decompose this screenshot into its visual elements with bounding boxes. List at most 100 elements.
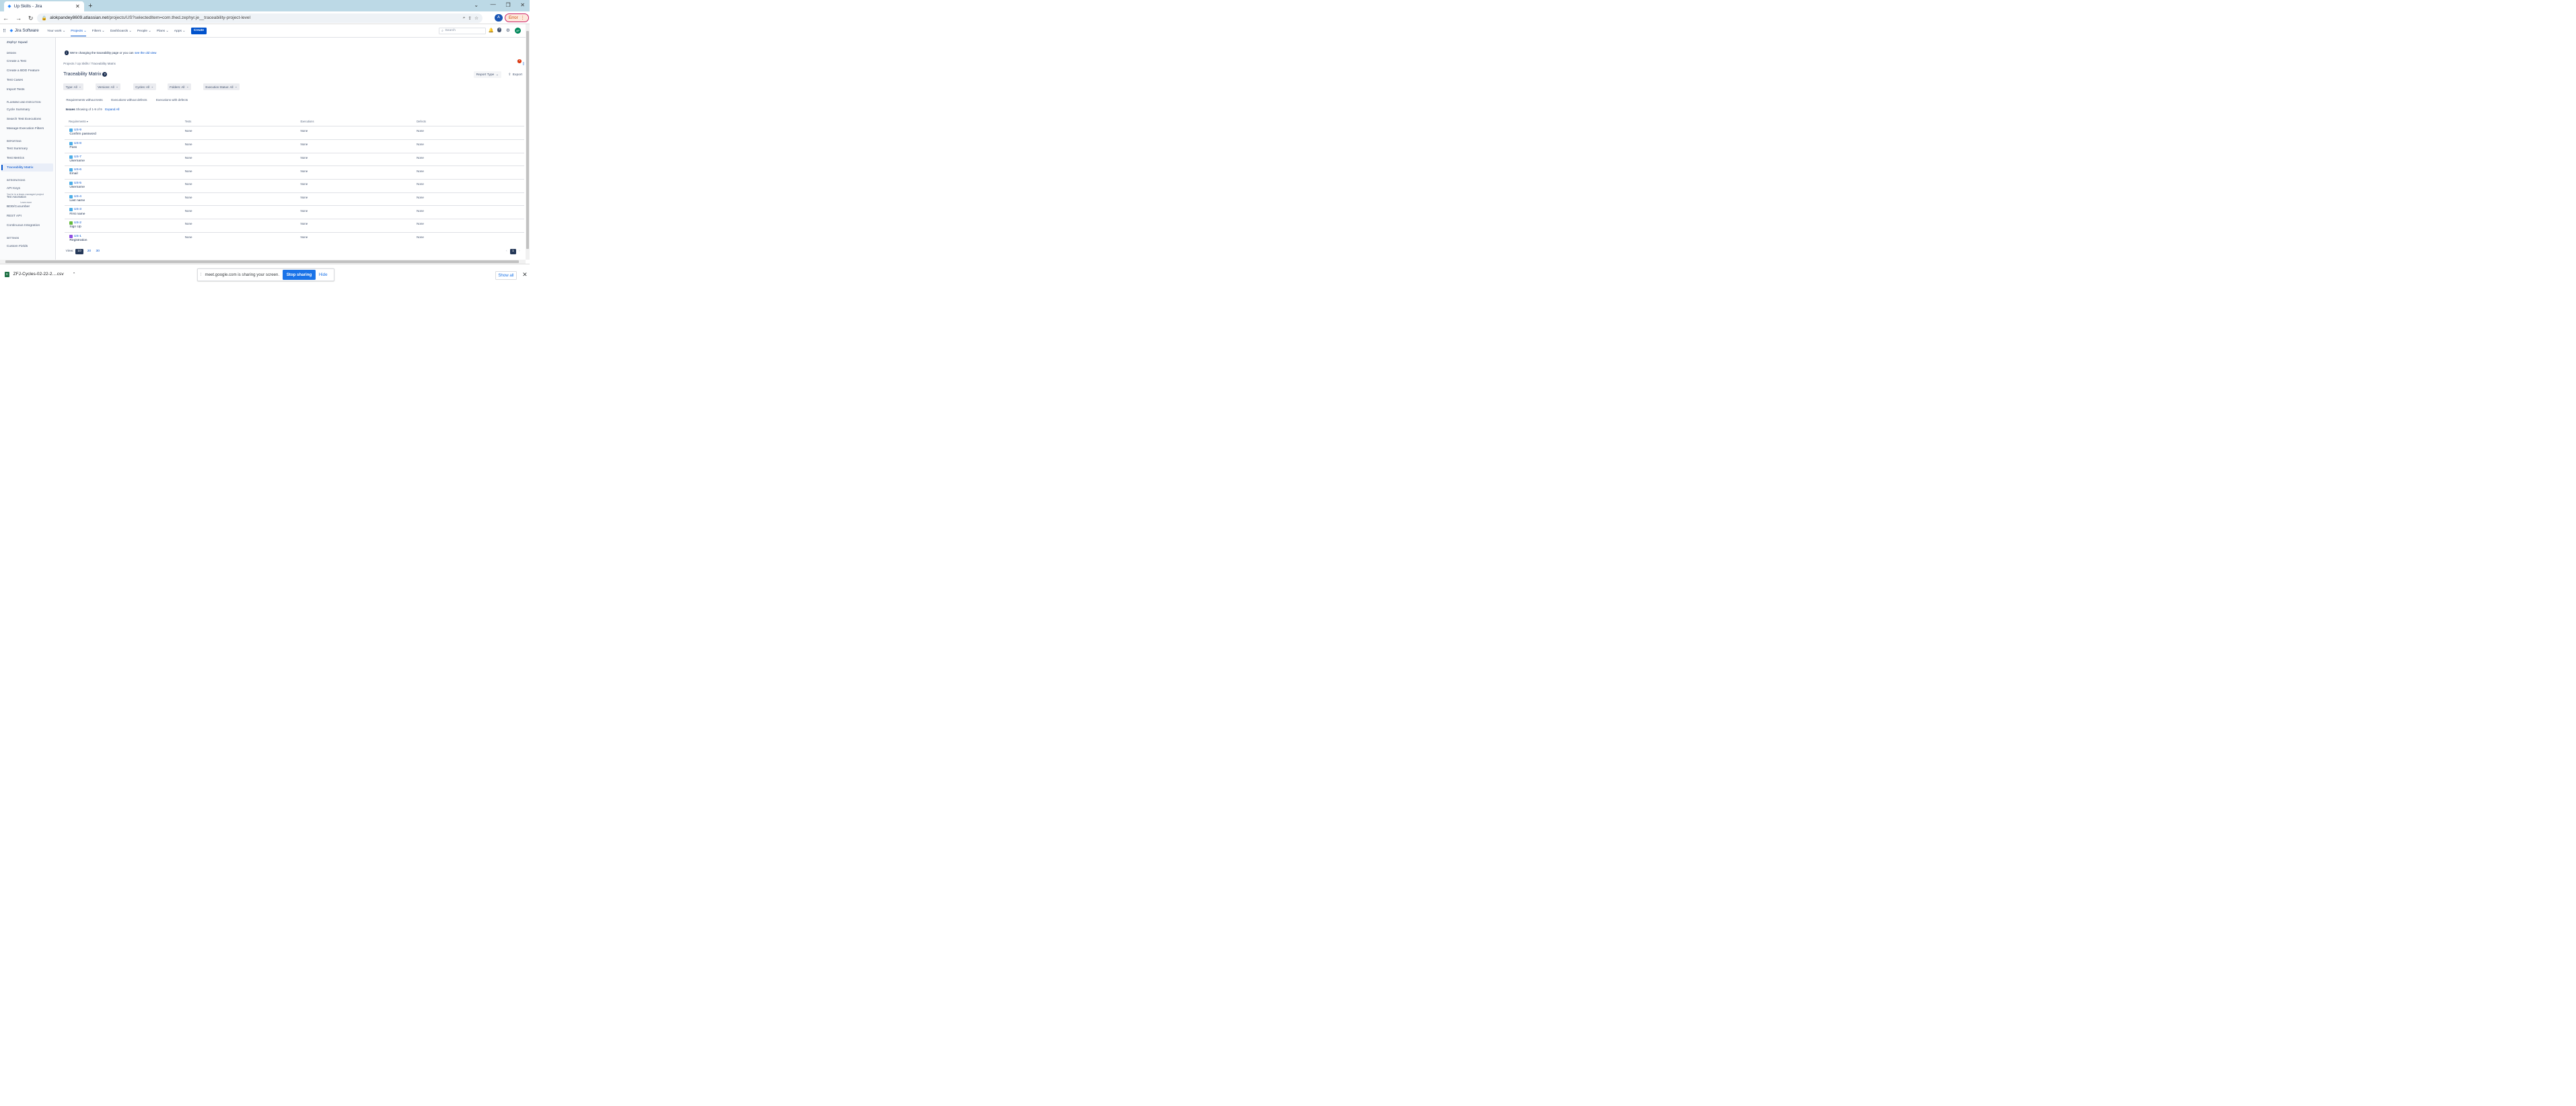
sidebar-item-bdd-cucumber[interactable]: BDD/Cucumber — [7, 205, 30, 209]
filter-execution-status[interactable]: Execution Status: All ⌄ — [203, 83, 240, 91]
expand-all-link[interactable]: Expand All — [105, 108, 119, 111]
close-download-bar-icon[interactable]: ✕ — [522, 271, 528, 279]
window-close-icon[interactable]: ✕ — [520, 1, 525, 8]
sidebar-item-custom-fields[interactable]: Custom Fields — [7, 245, 28, 248]
table-row: US-7 Username None None None — [65, 152, 525, 166]
notifications-icon[interactable]: 🔔 — [489, 28, 494, 33]
reload-icon[interactable]: ↻ — [28, 15, 34, 22]
sidebar-item-cycle-summary[interactable]: Cycle Summary — [7, 108, 30, 112]
issue-key-link[interactable]: US-6 — [69, 168, 81, 172]
drag-handle-icon[interactable]: ⁞ — [201, 272, 202, 277]
minimize-icon[interactable]: — — [491, 1, 496, 7]
sidebar-item-test-cases[interactable]: Test Cases — [7, 79, 23, 82]
jira-search-input[interactable]: ⌕ Search — [438, 27, 486, 35]
issue-summary: First name — [69, 212, 85, 216]
app-switcher-icon[interactable]: ⠿ — [3, 28, 6, 34]
filter-cycles[interactable]: Cycles: All ⌄ — [133, 83, 156, 91]
filter-type[interactable]: Type: All ⌄ — [63, 83, 84, 91]
issue-key: US-4 — [73, 194, 82, 198]
profile-avatar[interactable]: A — [495, 13, 503, 22]
filter-versions[interactable]: Versions: All ⌄ — [95, 83, 121, 91]
nav-dashboards[interactable]: Dashboards ⌄ — [110, 29, 132, 33]
nav-your-work[interactable]: Your work ⌄ — [47, 29, 65, 33]
page-size-20[interactable]: 20 — [87, 250, 91, 253]
col-requirements[interactable]: Requirements ▾ — [69, 120, 88, 123]
sidebar-item-create-bdd[interactable]: Create a BDD Feature — [7, 69, 40, 73]
bookmark-star-icon[interactable]: ☆ — [474, 15, 478, 21]
export-icon: ⇪ — [508, 73, 511, 77]
old-view-link[interactable]: see the old view — [135, 51, 156, 54]
page-size-10[interactable]: 10 — [75, 248, 83, 255]
table-row: US-9 Confirm password None None None — [65, 126, 525, 139]
nav-apps[interactable]: Apps ⌄ — [174, 29, 186, 33]
breadcrumb[interactable]: Projects / Up Skills / Traceability Matr… — [63, 62, 116, 65]
chevron-up-icon[interactable]: ⌃ — [73, 272, 76, 276]
issue-key-link[interactable]: US-3 — [69, 208, 85, 211]
view-label: View: — [65, 250, 74, 254]
hide-button[interactable]: Hide — [319, 272, 328, 277]
issue-key-link[interactable]: US-1 — [69, 235, 87, 238]
sidebar-item-continuous-integration[interactable]: Continuous Integration — [7, 224, 40, 227]
sidebar-item-api-keys[interactable]: API Keys — [7, 187, 20, 190]
defects-cell: None — [417, 182, 424, 186]
download-item[interactable]: X ZFJ-Cycles-02-22-2....csv ⌃ — [4, 271, 76, 278]
jira-logo[interactable]: ◆ Jira Software — [10, 28, 39, 33]
sidebar-item-rest-api[interactable]: REST API — [7, 215, 22, 218]
issue-key-link[interactable]: US-7 — [69, 155, 85, 159]
horizontal-scroll-thumb[interactable] — [5, 260, 519, 263]
current-page[interactable]: 1 — [509, 248, 516, 255]
zoom-icon[interactable]: ⌕ — [463, 15, 466, 21]
col-executions: Executions — [300, 119, 314, 123]
help-circle-icon[interactable]: ? — [102, 72, 108, 77]
export-button[interactable]: ⇪ Export — [505, 71, 525, 79]
report-type-dropdown[interactable]: Report Type ⌄ — [473, 71, 501, 79]
user-avatar[interactable]: AP — [515, 28, 522, 34]
issue-key-link[interactable]: US-2 — [69, 221, 81, 225]
tab-requirements-without-tests[interactable]: Requirements without tests — [66, 98, 102, 102]
sidebar-item-create-test[interactable]: Create a Test — [7, 60, 26, 63]
share-text: meet.google.com is sharing your screen. — [205, 272, 280, 277]
tab-executions-with-defects[interactable]: Executions with defects — [156, 98, 188, 102]
page-size-30[interactable]: 30 — [96, 250, 100, 253]
vertical-scroll-thumb[interactable] — [526, 30, 530, 249]
learn-more-link[interactable]: Learn more — [20, 201, 32, 204]
report-type-label: Report Type — [476, 73, 495, 77]
browser-tab[interactable]: ◆ Up Skills - Jira ✕ — [3, 1, 84, 12]
settings-gear-icon[interactable]: ⚙ — [506, 28, 510, 33]
url-field[interactable]: 🔒 alokpandey8609.atlassian.net/projects/… — [37, 13, 483, 23]
issue-key-link[interactable]: US-4 — [69, 195, 85, 198]
back-icon[interactable]: ← — [3, 15, 9, 22]
tab-search-icon[interactable]: ⌄ — [474, 1, 478, 8]
stop-sharing-button[interactable]: Stop sharing — [282, 270, 316, 280]
notification-badge: 4 — [517, 59, 522, 63]
share-icon[interactable]: ⇪ — [468, 15, 472, 21]
new-tab-icon[interactable]: + — [88, 2, 92, 10]
sidebar-item-search-executions[interactable]: Search Test Executions — [7, 118, 41, 121]
nav-plans[interactable]: Plans ⌄ — [157, 29, 169, 33]
sidebar-item-manage-filters[interactable]: Manage Execution Filters — [7, 127, 44, 131]
create-button[interactable]: Create — [190, 27, 207, 34]
restore-icon[interactable]: ❐ — [506, 1, 511, 8]
close-tab-icon[interactable]: ✕ — [75, 3, 80, 9]
browser-error-button[interactable]: Error ⋮ — [505, 13, 529, 23]
show-all-button[interactable]: Show all — [495, 270, 517, 280]
sidebar-item-traceability[interactable]: Traceability Matrix — [7, 166, 34, 170]
side-panel-icon[interactable]: ▯ — [523, 62, 525, 66]
sidebar-item-import-tests[interactable]: Import Tests — [7, 88, 25, 91]
sidebar-item-test-summary[interactable]: Test Summary — [7, 147, 28, 151]
filter-folders[interactable]: Folders: All ⌄ — [167, 83, 191, 91]
prev-page-icon[interactable]: ‹ — [506, 250, 507, 253]
sidebar-item-test-metrics[interactable]: Test Metrics — [7, 157, 24, 160]
nav-filters[interactable]: Filters ⌄ — [92, 29, 105, 33]
issue-key-link[interactable]: US-9 — [69, 128, 96, 132]
forward-icon[interactable]: → — [15, 15, 22, 22]
issue-key-link[interactable]: US-5 — [69, 182, 85, 185]
next-page-icon[interactable]: › — [519, 250, 520, 253]
brand-name: Jira Software — [14, 28, 39, 34]
nav-people[interactable]: People ⌄ — [137, 29, 151, 33]
tests-cell: None — [184, 235, 192, 239]
issue-key-link[interactable]: US-8 — [69, 142, 81, 145]
tab-executions-without-defects[interactable]: Executions without defects — [111, 98, 147, 102]
kebab-menu-icon: ⋮ — [520, 15, 525, 21]
nav-projects[interactable]: Projects ⌄ — [71, 25, 87, 37]
